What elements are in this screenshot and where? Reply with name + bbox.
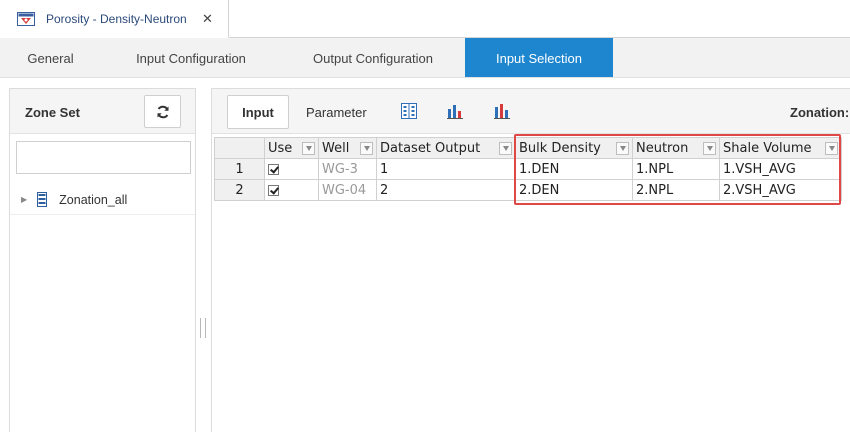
grid-header-row: Use Well Dataset Output Bulk Density Neu…: [214, 137, 842, 159]
table-row[interactable]: 1 WG-3 1 1.DEN 1.NPL 1.VSH_AVG: [214, 158, 842, 180]
filter-dropdown-icon[interactable]: [825, 141, 838, 155]
grid-select-icon[interactable]: [401, 103, 417, 119]
tab-output-configuration[interactable]: Output Configuration: [281, 38, 465, 77]
filter-dropdown-icon[interactable]: [703, 141, 716, 155]
search-input[interactable]: [30, 150, 206, 165]
table-row[interactable]: 2 WG-04 2 2.DEN 2.NPL 2.VSH_AVG: [214, 179, 842, 201]
use-checkbox[interactable]: [268, 184, 279, 196]
use-cell[interactable]: [264, 158, 319, 180]
document-tab[interactable]: Porosity - Density-Neutron ✕: [0, 0, 229, 38]
zonation-icon: [37, 192, 48, 207]
column-header-shale-volume[interactable]: Shale Volume: [719, 137, 842, 159]
well-cell[interactable]: WG-3: [318, 158, 377, 180]
zone-set-title: Zone Set: [25, 105, 80, 120]
column-header-dataset-output[interactable]: Dataset Output: [376, 137, 516, 159]
row-number: 2: [214, 179, 265, 201]
bulk-density-cell[interactable]: 1.DEN: [515, 158, 633, 180]
column-header-well[interactable]: Well: [318, 137, 377, 159]
bar-chart-icon[interactable]: [447, 103, 463, 119]
close-icon[interactable]: ✕: [202, 11, 213, 27]
row-number: 1: [214, 158, 265, 180]
column-header-neutron[interactable]: Neutron: [632, 137, 720, 159]
zonation-label: Zonation:: [790, 105, 850, 120]
neutron-cell[interactable]: 2.NPL: [632, 179, 720, 201]
tree-item-zonation-all[interactable]: ▶ Zonation_all: [10, 185, 195, 215]
refresh-button[interactable]: [144, 95, 181, 128]
dataset-output-cell[interactable]: 1: [376, 158, 516, 180]
column-header-use[interactable]: Use: [264, 137, 319, 159]
column-header-bulk-density[interactable]: Bulk Density: [515, 137, 633, 159]
row-number-header: [214, 137, 265, 159]
input-selection-panel: Input Parameter Zonation: Use Well Datas…: [211, 88, 850, 432]
shale-volume-cell[interactable]: 1.VSH_AVG: [719, 158, 842, 180]
refresh-icon: [157, 105, 168, 118]
porosity-app-icon: [17, 11, 35, 26]
document-tabstrip: Porosity - Density-Neutron ✕: [0, 0, 850, 38]
filter-dropdown-icon[interactable]: [360, 141, 373, 155]
filter-dropdown-icon[interactable]: [616, 141, 629, 155]
zone-set-header: Zone Set: [10, 89, 195, 134]
tab-general[interactable]: General: [0, 38, 101, 77]
neutron-cell[interactable]: 1.NPL: [632, 158, 720, 180]
expand-caret-icon[interactable]: ▶: [21, 195, 27, 204]
parameter-button[interactable]: Parameter: [306, 105, 367, 120]
use-cell[interactable]: [264, 179, 319, 201]
tree-item-label: Zonation_all: [59, 192, 128, 207]
well-cell[interactable]: WG-04: [318, 179, 377, 201]
input-grid: Use Well Dataset Output Bulk Density Neu…: [214, 137, 842, 201]
toolbar: Input Parameter Zonation:: [212, 89, 850, 134]
dataset-output-cell[interactable]: 2: [376, 179, 516, 201]
panel-splitter[interactable]: [200, 318, 206, 338]
bulk-density-cell[interactable]: 2.DEN: [515, 179, 633, 201]
zone-set-panel: Zone Set ▶ Zonation_all: [9, 88, 206, 432]
search-field[interactable]: [16, 141, 206, 174]
filter-dropdown-icon[interactable]: [499, 141, 512, 155]
filter-dropdown-icon[interactable]: [302, 141, 315, 155]
bar-chart-alt-icon[interactable]: [494, 103, 510, 119]
shale-volume-cell[interactable]: 2.VSH_AVG: [719, 179, 842, 201]
tab-input-selection[interactable]: Input Selection: [465, 38, 613, 77]
input-button[interactable]: Input: [227, 95, 289, 129]
tab-input-configuration[interactable]: Input Configuration: [101, 38, 281, 77]
use-checkbox[interactable]: [268, 163, 279, 175]
subtab-bar: General Input Configuration Output Confi…: [0, 38, 850, 78]
document-tab-title: Porosity - Density-Neutron: [46, 11, 187, 26]
